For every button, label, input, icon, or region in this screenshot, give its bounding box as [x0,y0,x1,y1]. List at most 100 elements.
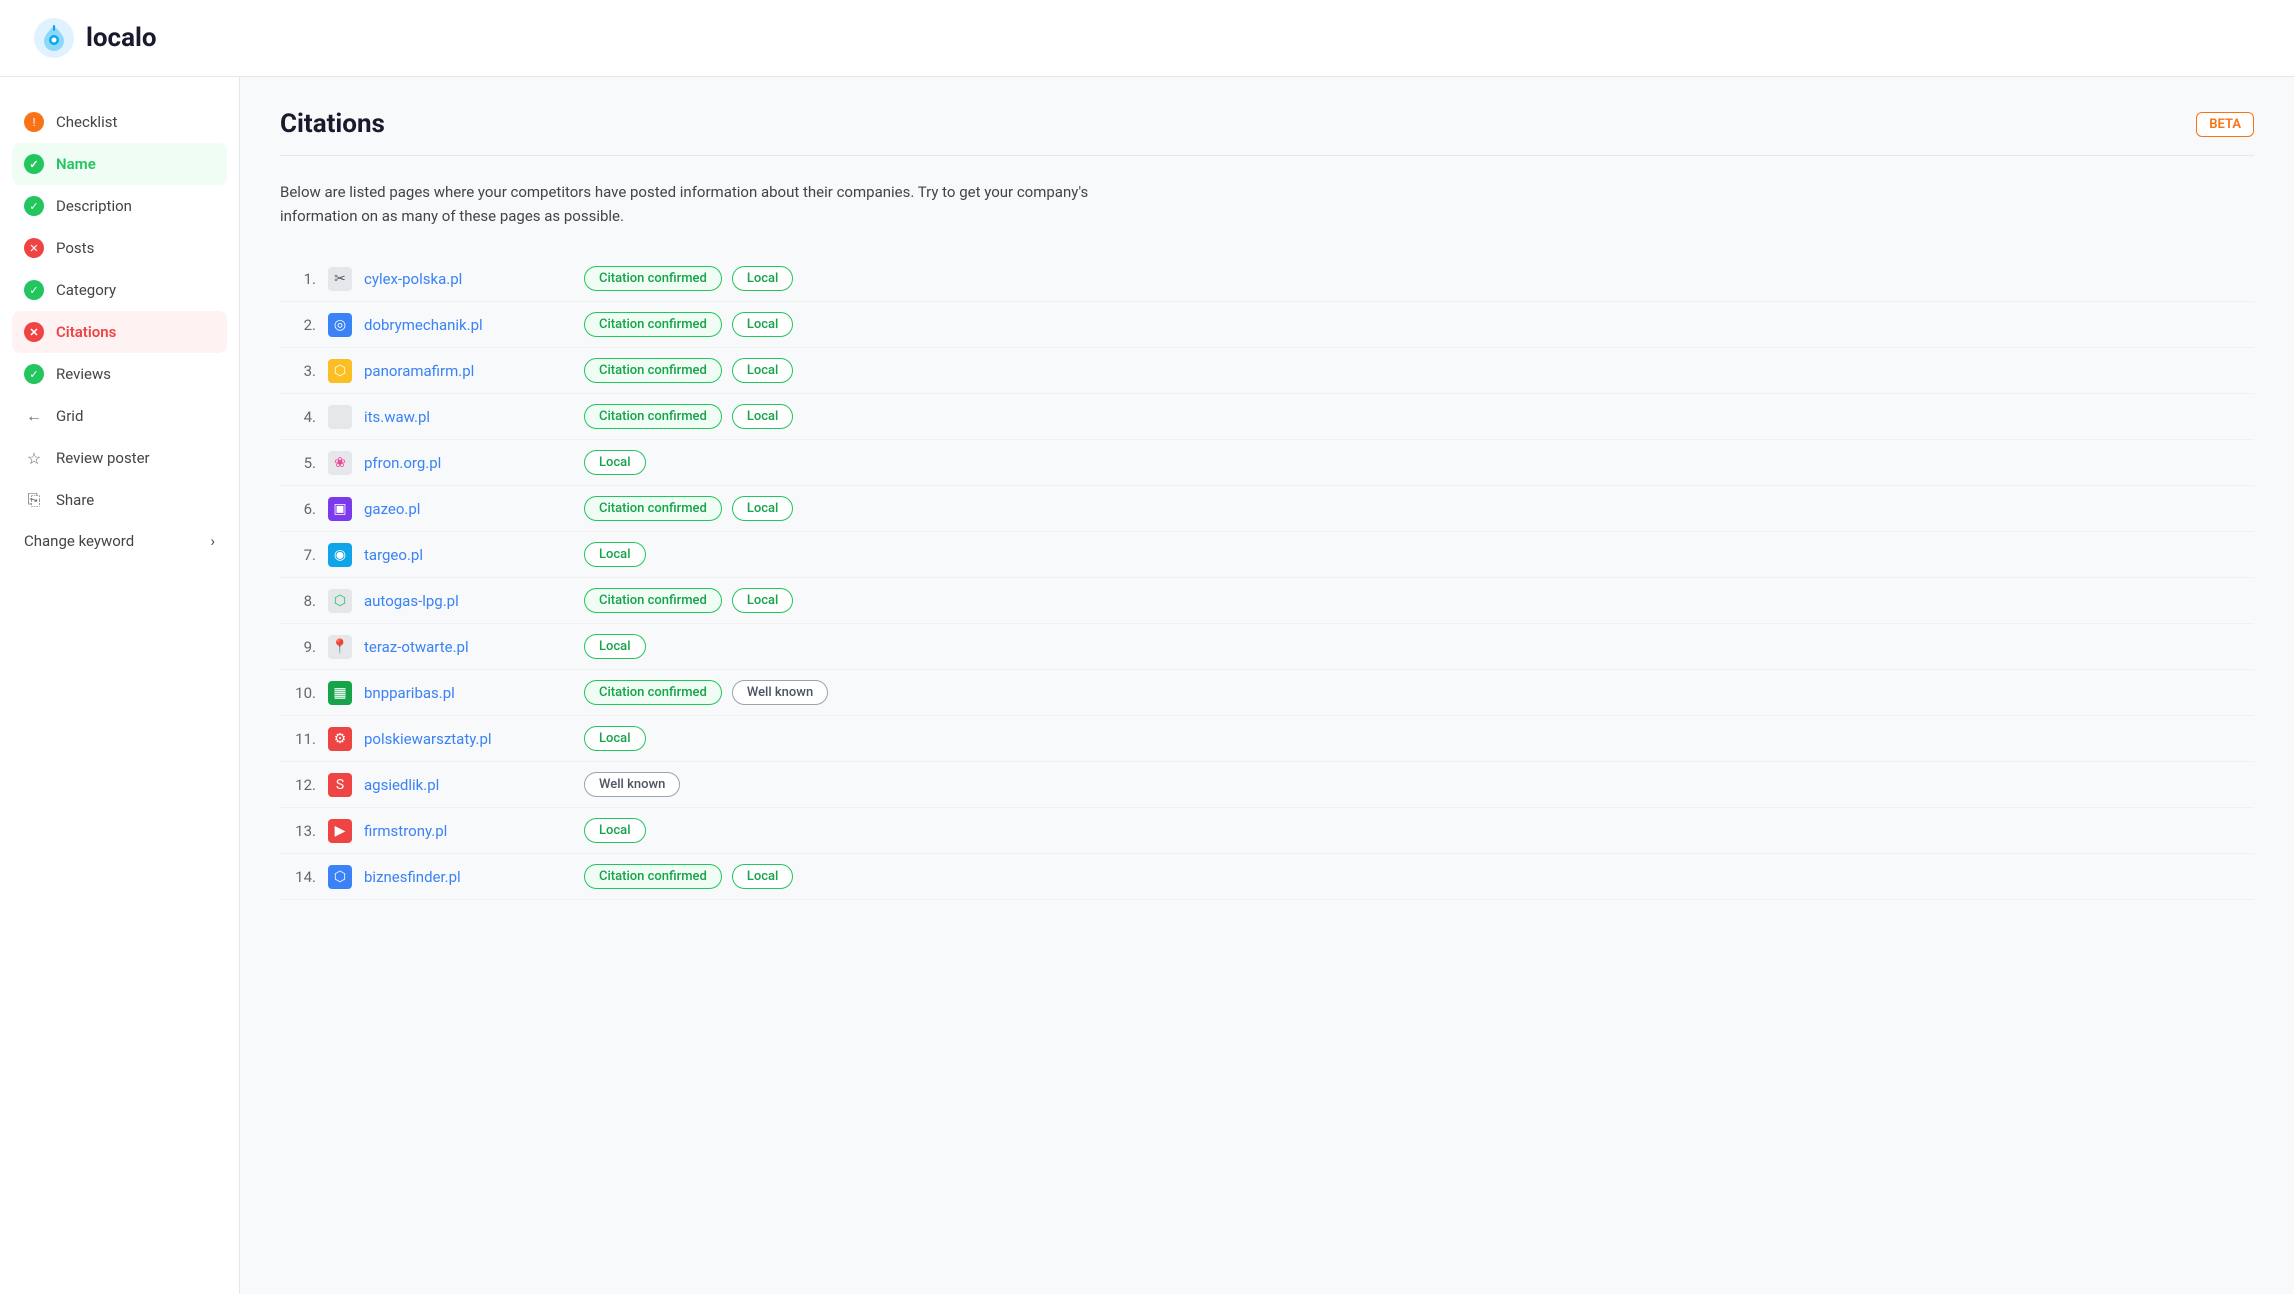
site-link[interactable]: teraz-otwarte.pl [364,638,564,656]
badges-area: Local [584,818,646,843]
citation-number: 8. [280,592,316,610]
site-link[interactable]: cylex-polska.pl [364,270,564,288]
site-link[interactable]: gazeo.pl [364,500,564,518]
tag-badge: Local [732,312,794,337]
sidebar-item-review-poster[interactable]: ☆ Review poster [0,437,239,479]
badges-area: Citation confirmed Local [584,404,793,429]
site-favicon [328,405,352,429]
confirmed-badge: Citation confirmed [584,266,722,291]
site-favicon: ◎ [328,313,352,337]
checklist-status-icon: ! [24,112,44,132]
sidebar-item-label: Citations [56,323,116,341]
sidebar-item-label: Review poster [56,449,150,467]
tag-badge: Local [732,266,794,291]
sidebar-item-label: Checklist [56,113,117,131]
tag-badge: Well known [584,772,680,797]
tag-badge: Local [584,542,646,567]
site-link[interactable]: dobrymechanik.pl [364,316,564,334]
sidebar-item-category[interactable]: ✓ Category [0,269,239,311]
site-link[interactable]: autogas-lpg.pl [364,592,564,610]
site-link[interactable]: biznesfinder.pl [364,868,564,886]
site-favicon: ⚙ [328,727,352,751]
badges-area: Local [584,542,646,567]
citation-number: 9. [280,638,316,656]
sidebar-item-posts[interactable]: ✕ Posts [0,227,239,269]
citation-number: 12. [280,776,316,794]
site-favicon: ⬡ [328,865,352,889]
tag-badge: Local [732,864,794,889]
site-link[interactable]: targeo.pl [364,546,564,564]
site-favicon: ◉ [328,543,352,567]
site-link[interactable]: bnpparibas.pl [364,684,564,702]
tag-badge: Local [732,588,794,613]
confirmed-badge: Citation confirmed [584,312,722,337]
reviews-status-icon: ✓ [24,364,44,384]
badges-area: Citation confirmed Local [584,588,793,613]
tag-badge: Local [584,450,646,475]
page-title: Citations [280,109,385,139]
confirmed-badge: Citation confirmed [584,680,722,705]
tag-badge: Local [732,404,794,429]
category-status-icon: ✓ [24,280,44,300]
site-link[interactable]: polskiewarsztaty.pl [364,730,564,748]
beta-badge: BETA [2196,112,2254,137]
sidebar-item-label: Share [56,491,94,509]
citation-number: 6. [280,500,316,518]
citations-status-icon: ✕ [24,322,44,342]
site-favicon: ▣ [328,497,352,521]
site-link[interactable]: its.waw.pl [364,408,564,426]
sidebar: ! Checklist ✓ Name ✓ Description ✕ Posts… [0,77,240,1294]
app-header: localo [0,0,2294,77]
citation-number: 10. [280,684,316,702]
logo-text: localo [86,23,157,53]
chevron-right-icon: › [210,532,215,550]
site-link[interactable]: pfron.org.pl [364,454,564,472]
sidebar-item-grid[interactable]: ← Grid [0,395,239,437]
description-status-icon: ✓ [24,196,44,216]
site-link[interactable]: panoramafirm.pl [364,362,564,380]
badges-area: Local [584,634,646,659]
citation-row: 12. S agsiedlik.pl Well known [280,762,2254,808]
change-keyword-button[interactable]: Change keyword › [0,521,239,561]
back-arrow-icon: ← [24,406,44,426]
site-favicon: ⬡ [328,589,352,613]
page-header: Citations BETA [280,109,2254,139]
site-link[interactable]: firmstrony.pl [364,822,564,840]
site-favicon: ❀ [328,451,352,475]
sidebar-item-share[interactable]: ⎘ Share [0,479,239,521]
confirmed-badge: Citation confirmed [584,404,722,429]
description-text: Below are listed pages where your compet… [280,180,1140,228]
change-keyword-label: Change keyword [24,532,134,550]
citation-row: 4. its.waw.pl Citation confirmed Local [280,394,2254,440]
sidebar-item-name[interactable]: ✓ Name [12,143,227,185]
sidebar-item-description[interactable]: ✓ Description [0,185,239,227]
citation-row: 14. ⬡ biznesfinder.pl Citation confirmed… [280,854,2254,900]
tag-badge: Local [732,496,794,521]
badges-area: Citation confirmed Local [584,358,793,383]
citation-row: 6. ▣ gazeo.pl Citation confirmed Local [280,486,2254,532]
citation-number: 13. [280,822,316,840]
badges-area: Local [584,726,646,751]
site-favicon: ⬡ [328,359,352,383]
sidebar-item-label: Grid [56,407,83,425]
sidebar-item-label: Description [56,197,132,215]
badges-area: Citation confirmed Local [584,496,793,521]
sidebar-item-checklist[interactable]: ! Checklist [0,101,239,143]
sidebar-item-reviews[interactable]: ✓ Reviews [0,353,239,395]
site-favicon: 📍 [328,635,352,659]
sidebar-item-label: Name [56,155,96,173]
badges-area: Citation confirmed Well known [584,680,828,705]
sidebar-item-citations[interactable]: ✕ Citations [12,311,227,353]
confirmed-badge: Citation confirmed [584,496,722,521]
citation-row: 9. 📍 teraz-otwarte.pl Local [280,624,2254,670]
site-favicon: ▶ [328,819,352,843]
citation-row: 2. ◎ dobrymechanik.pl Citation confirmed… [280,302,2254,348]
logo: localo [32,16,157,60]
citation-number: 14. [280,868,316,886]
citation-number: 7. [280,546,316,564]
share-icon: ⎘ [24,490,44,510]
posts-status-icon: ✕ [24,238,44,258]
divider [280,155,2254,156]
badges-area: Citation confirmed Local [584,266,793,291]
site-link[interactable]: agsiedlik.pl [364,776,564,794]
